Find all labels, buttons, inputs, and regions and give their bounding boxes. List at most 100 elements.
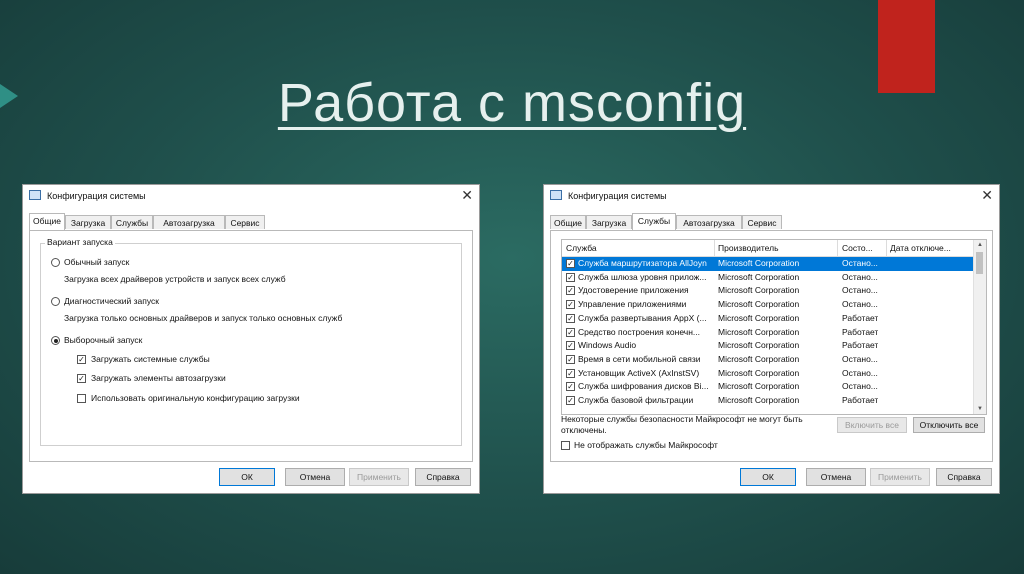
service-name: Средство построения конечн... (578, 326, 700, 337)
apply-button[interactable]: Применить (349, 468, 409, 486)
service-name: Управление приложениями (578, 299, 687, 310)
service-vendor: Microsoft Corporation (718, 340, 800, 351)
service-checkbox[interactable]: ✓ (566, 382, 575, 392)
service-vendor: Microsoft Corporation (718, 312, 800, 323)
service-row[interactable]: ✓ Служба шлюза уровня прилож... Microsof… (562, 271, 976, 285)
vertical-scrollbar[interactable]: ▲ ▼ (973, 240, 986, 414)
service-vendor: Microsoft Corporation (718, 299, 800, 310)
scroll-thumb[interactable] (976, 252, 983, 274)
service-checkbox[interactable]: ✓ (566, 259, 575, 268)
msconfig-dialog-general: Конфигурация системы ✕ Общие Загрузка Сл… (22, 184, 480, 494)
service-row[interactable]: ✓ Управление приложениями Microsoft Corp… (562, 298, 976, 312)
service-status: Остано... (842, 367, 878, 378)
service-checkbox[interactable]: ✓ (566, 368, 575, 378)
column-service[interactable]: Служба (566, 243, 597, 253)
hide-microsoft-services-checkbox[interactable] (561, 441, 570, 450)
service-checkbox[interactable]: ✓ (566, 396, 575, 405)
help-button[interactable]: Справка (415, 468, 471, 486)
services-list[interactable]: Служба Производитель Состо... Дата отклю… (561, 239, 987, 415)
cancel-button[interactable]: Отмена (285, 468, 345, 486)
service-checkbox[interactable]: ✓ (566, 286, 575, 296)
service-checkbox[interactable]: ✓ (566, 300, 575, 310)
service-name: Windows Audio (578, 340, 637, 351)
msconfig-app-icon (29, 190, 41, 200)
service-row[interactable]: ✓ Время в сети мобильной связи Microsoft… (562, 353, 976, 367)
scroll-up-icon[interactable]: ▲ (977, 242, 983, 248)
load-startup-items-checkbox[interactable]: ✓ (77, 374, 86, 383)
disable-all-button[interactable]: Отключить все (913, 417, 985, 433)
service-name: Служба маршрутизатора AllJoyn (578, 258, 707, 268)
close-icon[interactable]: ✕ (461, 187, 473, 204)
service-checkbox[interactable]: ✓ (566, 341, 575, 351)
load-system-services-checkbox[interactable]: ✓ (77, 355, 86, 364)
column-status[interactable]: Состо... (842, 243, 873, 253)
service-name: Установщик ActiveX (AxInstSV) (578, 367, 700, 378)
normal-startup-label: Обычный запуск (64, 257, 130, 267)
msconfig-app-icon (550, 190, 562, 200)
services-list-header: Служба Производитель Состо... Дата отклю… (562, 240, 976, 257)
diagnostic-startup-label: Диагностический запуск (64, 296, 159, 306)
diagnostic-startup-radio[interactable] (51, 297, 60, 306)
help-button[interactable]: Справка (936, 468, 992, 486)
normal-startup-radio[interactable] (51, 258, 60, 267)
service-vendor: Microsoft Corporation (718, 271, 800, 282)
service-vendor: Microsoft Corporation (718, 395, 800, 405)
tab-startup[interactable]: Автозагрузка (153, 215, 225, 229)
scroll-down-icon[interactable]: ▼ (977, 406, 983, 412)
selective-startup-radio[interactable] (51, 336, 60, 345)
service-checkbox[interactable]: ✓ (566, 327, 575, 337)
service-name: Служба базовой фильтрации (578, 395, 694, 405)
service-name: Служба развертывания AppX (... (578, 312, 707, 323)
service-checkbox[interactable]: ✓ (566, 272, 575, 282)
service-vendor: Microsoft Corporation (718, 258, 800, 268)
service-vendor: Microsoft Corporation (718, 381, 800, 392)
cancel-button[interactable]: Отмена (806, 468, 866, 486)
load-system-services-label: Загружать системные службы (91, 354, 210, 364)
tab-general[interactable]: Общие (29, 213, 65, 230)
service-status: Работает (842, 395, 879, 405)
column-disabled-date[interactable]: Дата отключе... (890, 243, 951, 253)
service-status: Остано... (842, 381, 878, 392)
use-original-boot-config-checkbox[interactable] (77, 394, 86, 403)
service-status: Остано... (842, 285, 878, 296)
security-services-note: Некоторые службы безопасности Майкрософт… (561, 414, 803, 435)
service-name: Удостоверение приложения (578, 285, 689, 296)
services-panel: Служба Производитель Состо... Дата отклю… (550, 230, 993, 462)
service-row[interactable]: ✓ Служба базовой фильтрации Microsoft Co… (562, 394, 976, 408)
service-vendor: Microsoft Corporation (718, 326, 800, 337)
ok-button[interactable]: ОК (219, 468, 275, 486)
diagnostic-startup-desc: Загрузка только основных драйверов и зап… (64, 313, 343, 323)
service-row[interactable]: ✓ Служба маршрутизатора AllJoyn Microsof… (562, 257, 976, 271)
service-row[interactable]: ✓ Установщик ActiveX (AxInstSV) Microsof… (562, 367, 976, 381)
tab-services[interactable]: Службы (632, 213, 676, 230)
hide-microsoft-services-label: Не отображать службы Майкрософт (574, 440, 718, 450)
window-title: Конфигурация системы (568, 191, 667, 201)
tab-services[interactable]: Службы (111, 215, 153, 229)
ok-button[interactable]: ОК (740, 468, 796, 486)
tab-tools[interactable]: Сервис (742, 215, 782, 229)
tab-boot[interactable]: Загрузка (586, 215, 632, 229)
service-status: Остано... (842, 271, 878, 282)
selective-startup-label: Выборочный запуск (64, 335, 143, 345)
service-row[interactable]: ✓ Служба развертывания AppX (... Microso… (562, 312, 976, 326)
service-checkbox[interactable]: ✓ (566, 313, 575, 323)
tab-general[interactable]: Общие (550, 215, 586, 229)
tab-boot[interactable]: Загрузка (65, 215, 111, 229)
enable-all-button[interactable]: Включить все (837, 417, 907, 433)
tab-startup[interactable]: Автозагрузка (676, 215, 742, 229)
service-row[interactable]: ✓ Средство построения конечн... Microsof… (562, 326, 976, 340)
title-bar: Конфигурация системы ✕ (23, 185, 479, 207)
column-vendor[interactable]: Производитель (718, 243, 779, 253)
service-row[interactable]: ✓ Служба шифрования дисков Bi... Microso… (562, 380, 976, 394)
msconfig-dialog-services: Конфигурация системы ✕ Общие Загрузка Сл… (543, 184, 1000, 494)
tab-tools[interactable]: Сервис (225, 215, 265, 229)
load-startup-items-label: Загружать элементы автозагрузки (91, 373, 226, 383)
general-panel: Вариант запуска Обычный запуск Загрузка … (29, 230, 473, 462)
window-title: Конфигурация системы (47, 191, 146, 201)
service-row[interactable]: ✓ Удостоверение приложения Microsoft Cor… (562, 284, 976, 298)
service-row[interactable]: ✓ Windows Audio Microsoft Corporation Ра… (562, 339, 976, 353)
normal-startup-desc: Загрузка всех драйверов устройств и запу… (64, 274, 286, 284)
close-icon[interactable]: ✕ (981, 187, 993, 204)
service-checkbox[interactable]: ✓ (566, 354, 575, 364)
apply-button[interactable]: Применить (870, 468, 930, 486)
